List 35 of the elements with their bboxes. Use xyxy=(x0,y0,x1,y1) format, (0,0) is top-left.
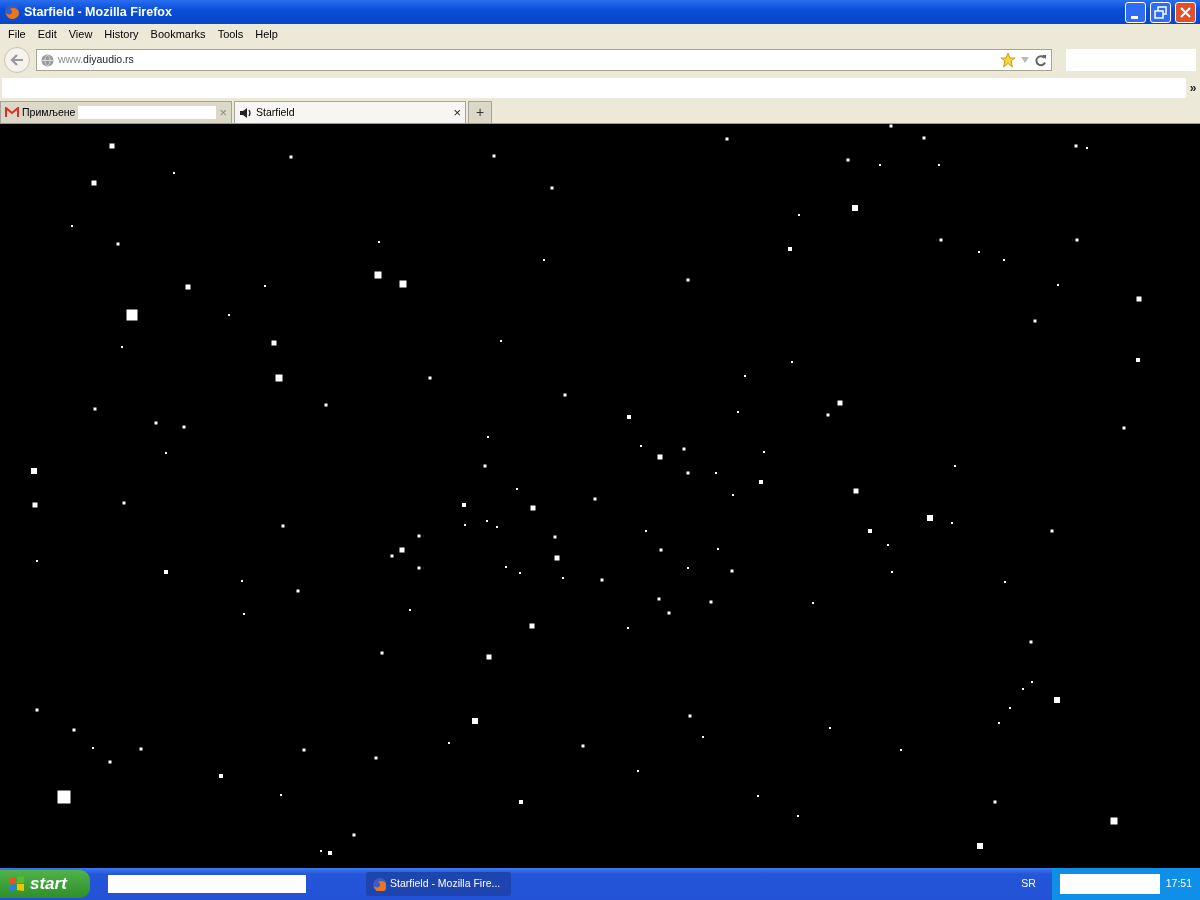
firefox-logo-icon xyxy=(372,877,386,891)
tab-title: Starfield xyxy=(256,104,295,120)
address-field[interactable]: www.diyaudio.rs xyxy=(36,49,1052,71)
minimize-icon[interactable] xyxy=(1131,15,1138,19)
language-indicator[interactable]: SR xyxy=(1021,876,1036,892)
overflow-chevron[interactable]: » xyxy=(1186,79,1200,97)
back-arrow-icon[interactable] xyxy=(9,53,25,67)
globe-icon xyxy=(41,53,54,67)
windows-logo-icon xyxy=(8,875,26,893)
taskbar-button[interactable]: Starfield - Mozilla Fire... xyxy=(366,872,511,896)
clock: 17:51 xyxy=(1165,876,1192,892)
reload-icon[interactable] xyxy=(1034,53,1047,67)
close-icon[interactable] xyxy=(1180,6,1191,18)
new-tab-button[interactable]: + xyxy=(468,101,492,123)
tab-title: Примљене xyxy=(22,104,76,120)
close-button[interactable] xyxy=(1175,1,1196,23)
firefox-logo-icon xyxy=(4,4,20,20)
mail-icon xyxy=(5,107,19,118)
menu-item[interactable]: Bookmarks xyxy=(144,25,212,43)
taskbar-field[interactable] xyxy=(108,875,306,893)
bookmark-star-icon[interactable] xyxy=(1000,52,1016,68)
search-field[interactable] xyxy=(1066,49,1196,71)
speaker-icon xyxy=(239,106,253,119)
window-title: Starfield - Mozilla Firefox xyxy=(24,3,172,21)
menu-item[interactable]: History xyxy=(98,25,145,43)
minimize-button[interactable] xyxy=(1125,1,1146,23)
menu-item[interactable]: Edit xyxy=(31,25,63,43)
browser-tab[interactable]: Starfield × xyxy=(234,101,466,123)
menu-item[interactable]: Help xyxy=(249,25,284,43)
menu-item[interactable]: View xyxy=(62,25,99,43)
browser-tab[interactable]: Примљене × xyxy=(0,101,232,123)
menu-item[interactable]: File xyxy=(2,25,32,43)
menu-item[interactable]: Tools xyxy=(211,25,250,43)
back-button[interactable] xyxy=(4,47,30,73)
tab-close-button[interactable]: × xyxy=(453,102,461,123)
